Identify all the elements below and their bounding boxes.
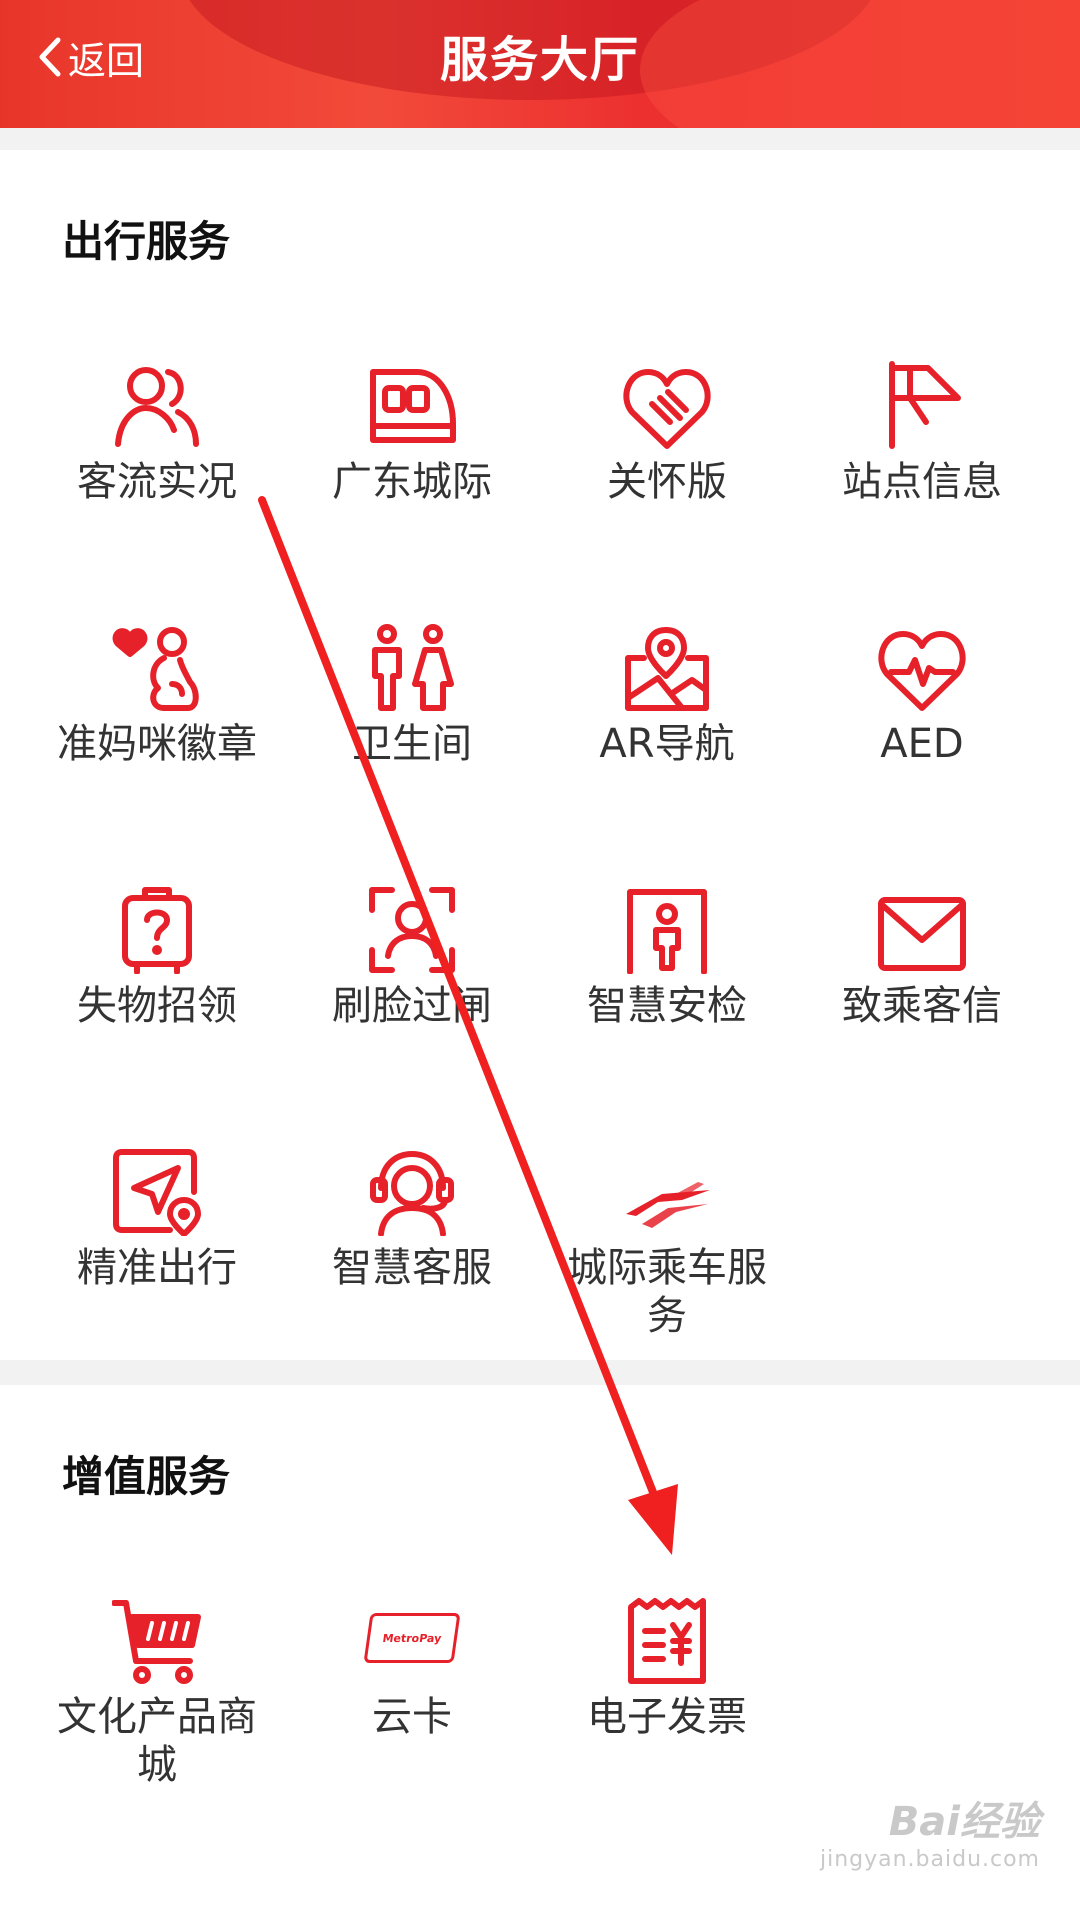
service-item-station-info[interactable]: 站点信息 xyxy=(797,350,1047,506)
service-item-cloud-card[interactable]: MetroPay 云卡 xyxy=(287,1585,537,1741)
travel-services-section: 出行服务 客流实况 广东城际 关怀版 站点信息 准妈咪徽章 卫生间 AR导航 A… xyxy=(0,150,1080,1360)
service-label: 城际乘车服务 xyxy=(567,1245,767,1339)
service-item-precise-travel[interactable]: 精准出行 xyxy=(32,1136,282,1292)
aed-heart-icon xyxy=(878,631,966,711)
section-title: 增值服务 xyxy=(62,1452,231,1501)
service-item-smart-customer-service[interactable]: 智慧客服 xyxy=(287,1136,537,1292)
service-item-care-mode[interactable]: 关怀版 xyxy=(542,350,792,506)
service-label: 关怀版 xyxy=(607,459,727,505)
service-label: 智慧客服 xyxy=(332,1245,492,1291)
service-item-passenger-letter[interactable]: 致乘客信 xyxy=(797,874,1047,1030)
service-item-lost-and-found[interactable]: 失物招领 xyxy=(32,874,282,1030)
watermark-sub: jingyan.baidu.com xyxy=(819,1847,1040,1872)
service-label: 精准出行 xyxy=(77,1245,237,1291)
service-item-e-invoice[interactable]: 电子发票 xyxy=(542,1585,792,1741)
service-label: 卫生间 xyxy=(352,721,472,767)
service-label: 云卡 xyxy=(372,1694,452,1740)
pregnant-badge-icon xyxy=(112,627,199,711)
service-item-ar-navigation[interactable]: AR导航 xyxy=(542,612,792,768)
service-item-culture-shop[interactable]: 文化产品商城 xyxy=(32,1585,282,1789)
service-item-guangdong-intercity[interactable]: 广东城际 xyxy=(287,350,537,506)
care-handshake-icon xyxy=(623,369,711,449)
page-title: 服务大厅 xyxy=(439,32,640,88)
service-item-restroom[interactable]: 卫生间 xyxy=(287,612,537,768)
face-scan-icon xyxy=(369,887,455,973)
shopping-cart-icon xyxy=(112,1600,201,1684)
service-label: 电子发票 xyxy=(587,1694,747,1740)
service-label: 文化产品商城 xyxy=(57,1694,257,1788)
service-label: AED xyxy=(880,721,964,767)
ar-map-icon xyxy=(625,627,709,711)
section-title: 出行服务 xyxy=(62,217,231,266)
service-label: 客流实况 xyxy=(77,459,237,505)
service-item-passenger-flow[interactable]: 客流实况 xyxy=(32,350,282,506)
header-bar: 返回 服务大厅 xyxy=(0,0,1080,128)
service-label: 刷脸过闸 xyxy=(332,983,492,1029)
metropay-text: MetroPay xyxy=(381,1631,443,1645)
service-label: 致乘客信 xyxy=(842,983,1002,1029)
service-label: 准妈咪徽章 xyxy=(57,721,257,767)
station-flag-icon xyxy=(889,361,961,449)
service-item-intercity-ride[interactable]: 城际乘车服务 xyxy=(542,1136,792,1340)
metropay-card-icon: MetroPay xyxy=(363,1613,461,1663)
e-invoice-icon xyxy=(628,1598,706,1684)
service-item-pregnant-badge[interactable]: 准妈咪徽章 xyxy=(32,612,282,768)
intercity-logo-icon xyxy=(626,1182,710,1228)
service-item-face-gate[interactable]: 刷脸过闸 xyxy=(287,874,537,1030)
service-item-aed[interactable]: AED xyxy=(797,612,1047,768)
passenger-flow-icon xyxy=(115,367,199,447)
service-label: AR导航 xyxy=(599,721,735,767)
security-check-icon xyxy=(627,889,707,974)
navigation-icon xyxy=(113,1149,201,1236)
service-label: 广东城际 xyxy=(332,459,492,505)
customer-service-icon xyxy=(370,1151,454,1236)
watermark-main: Bai经验 xyxy=(888,1799,1040,1845)
service-label: 站点信息 xyxy=(842,459,1002,505)
baidu-watermark: Bai经验 jingyan.baidu.com xyxy=(820,1789,1040,1872)
service-label: 智慧安检 xyxy=(587,983,747,1029)
restroom-icon xyxy=(372,624,454,711)
lost-luggage-icon xyxy=(122,887,192,974)
service-item-smart-security[interactable]: 智慧安检 xyxy=(542,874,792,1030)
train-icon xyxy=(370,369,456,443)
mail-icon xyxy=(878,897,966,971)
service-label: 失物招领 xyxy=(77,983,237,1029)
